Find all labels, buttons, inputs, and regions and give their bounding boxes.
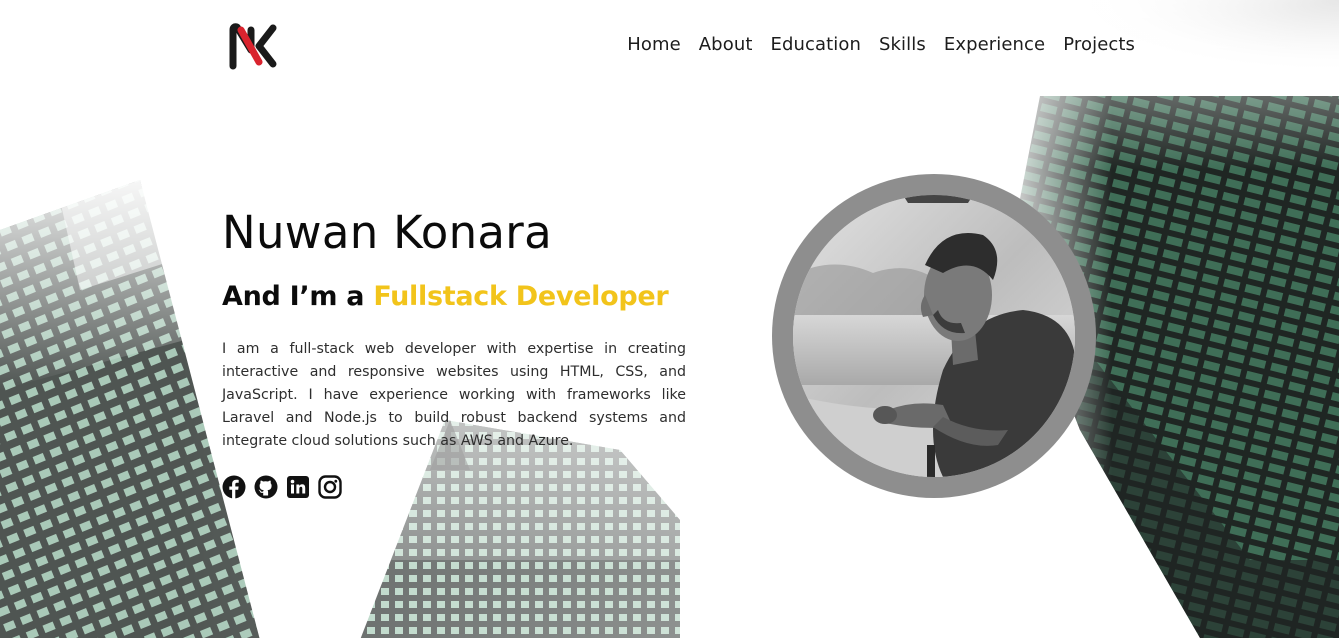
nav-experience[interactable]: Experience bbox=[944, 34, 1045, 55]
profile-photo-frame bbox=[772, 174, 1096, 498]
nav-projects[interactable]: Projects bbox=[1063, 34, 1135, 55]
profile-photo-image bbox=[793, 195, 1075, 477]
linkedin-icon[interactable] bbox=[286, 475, 310, 499]
role-highlight: Fullstack Developer bbox=[373, 281, 669, 312]
hero-name: Nuwan Konara bbox=[222, 206, 552, 259]
main-nav: Home About Education Skills Experience P… bbox=[627, 34, 1135, 55]
nav-about[interactable]: About bbox=[699, 34, 753, 55]
nav-education[interactable]: Education bbox=[770, 34, 861, 55]
nav-skills[interactable]: Skills bbox=[879, 34, 926, 55]
hero-role: And I’m a Fullstack Developer bbox=[222, 281, 669, 312]
instagram-icon[interactable] bbox=[318, 475, 342, 499]
github-icon[interactable] bbox=[254, 475, 278, 499]
hero-description: I am a full-stack web developer with exp… bbox=[222, 341, 686, 449]
nav-home[interactable]: Home bbox=[627, 34, 681, 55]
social-links bbox=[222, 475, 342, 499]
facebook-icon[interactable] bbox=[222, 475, 246, 499]
role-prefix: And I’m a bbox=[222, 281, 365, 312]
nk-logo[interactable] bbox=[229, 22, 279, 72]
background-skyscrapers-image bbox=[0, 0, 1339, 638]
profile-photo bbox=[793, 195, 1075, 477]
nk-logo-icon bbox=[229, 23, 277, 70]
